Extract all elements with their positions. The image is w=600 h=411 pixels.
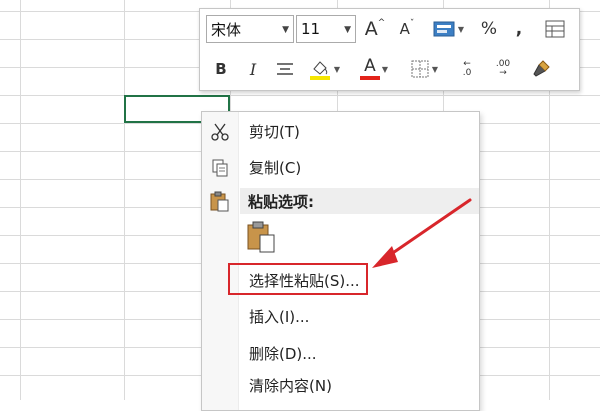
paintbrush-icon (533, 60, 550, 77)
menu-item-label: 剪切(T) (249, 122, 300, 141)
menu-item-insert[interactable]: 插入(I)... (202, 301, 479, 331)
italic-button[interactable]: I (242, 55, 264, 83)
chevron-down-icon: ▼ (282, 25, 289, 35)
mini-toolbar: 宋体 ▼ 11 ▼ A ^ Aˇ ▼ % , B I ▼ A ▼ ▼ ← .0 … (199, 8, 580, 91)
shrink-font-label: A (399, 20, 410, 38)
font-color-swatch (359, 76, 380, 80)
menu-item-label: 删除(D)... (249, 344, 317, 363)
bold-label: B (215, 60, 227, 78)
chevron-down-icon: ▼ (344, 25, 351, 35)
chevron-down-icon: ▼ (381, 64, 389, 74)
number-format-button[interactable]: ▼ (426, 15, 470, 43)
increase-decimal-button[interactable]: .00 → (488, 55, 518, 83)
clipboard-icon (208, 190, 232, 212)
grid-line (124, 0, 125, 400)
align-center-icon (277, 63, 293, 75)
decrease-decimal-label: .0 (462, 68, 472, 78)
paste-options-header: 粘贴选项: (240, 188, 479, 214)
font-name-combo[interactable]: 宋体 ▼ (206, 15, 294, 43)
paste-clipboard-icon[interactable] (246, 220, 276, 254)
comma-label: , (515, 19, 523, 39)
grow-font-button[interactable]: A ^ (362, 15, 388, 43)
grid-line (20, 0, 21, 400)
accounting-format-icon (433, 21, 455, 37)
menu-item-cut[interactable]: 剪切(T) (202, 116, 479, 146)
copy-icon (208, 157, 232, 179)
align-center-button[interactable] (272, 55, 298, 83)
chevron-down-icon: ▼ (333, 64, 341, 74)
font-color-label: A (364, 56, 376, 76)
chevron-down-icon: ▼ (431, 64, 439, 74)
font-size-combo[interactable]: 11 ▼ (296, 15, 356, 43)
italic-label: I (249, 59, 257, 79)
scissors-icon (208, 121, 232, 143)
grow-font-label: A (364, 18, 378, 40)
table-format-icon (545, 20, 565, 38)
menu-item-label: 清除内容(N) (249, 376, 332, 395)
fill-color-button[interactable]: ▼ (304, 55, 344, 83)
menu-item-copy[interactable]: 复制(C) (202, 152, 479, 182)
menu-item-label: 插入(I)... (249, 307, 310, 326)
comma-style-button[interactable]: , (508, 15, 530, 43)
borders-button[interactable]: ▼ (404, 55, 444, 83)
caret-up-icon: ^ (377, 18, 386, 28)
grid-line (0, 95, 600, 96)
menu-item-delete[interactable]: 删除(D)... (202, 338, 479, 368)
bold-button[interactable]: B (210, 55, 232, 83)
menu-item-clear-contents[interactable]: 清除内容(N) (202, 370, 479, 400)
font-name-value: 宋体 (211, 20, 242, 39)
borders-icon (411, 60, 429, 78)
percent-style-button[interactable]: % (476, 15, 502, 43)
context-menu: 剪切(T) 复制(C) 粘贴选项: 选择性粘贴(S)... 插入(I)... 删… (201, 111, 480, 411)
caret-down-icon: ˇ (409, 19, 415, 29)
arrow-right-icon: → (499, 68, 507, 78)
highlight-box (228, 263, 368, 295)
menu-item-label: 复制(C) (249, 158, 302, 177)
paste-options-label: 粘贴选项: (248, 193, 314, 211)
chevron-down-icon: ▼ (457, 24, 465, 34)
font-size-value: 11 (301, 20, 321, 38)
percent-label: % (480, 19, 498, 39)
format-painter-table-button[interactable] (540, 15, 570, 43)
format-painter-button[interactable] (526, 55, 556, 83)
decrease-decimal-button[interactable]: ← .0 (452, 55, 482, 83)
shrink-font-button[interactable]: Aˇ (394, 15, 420, 43)
paint-bucket-icon (309, 61, 330, 80)
font-color-button[interactable]: A ▼ (354, 55, 394, 83)
